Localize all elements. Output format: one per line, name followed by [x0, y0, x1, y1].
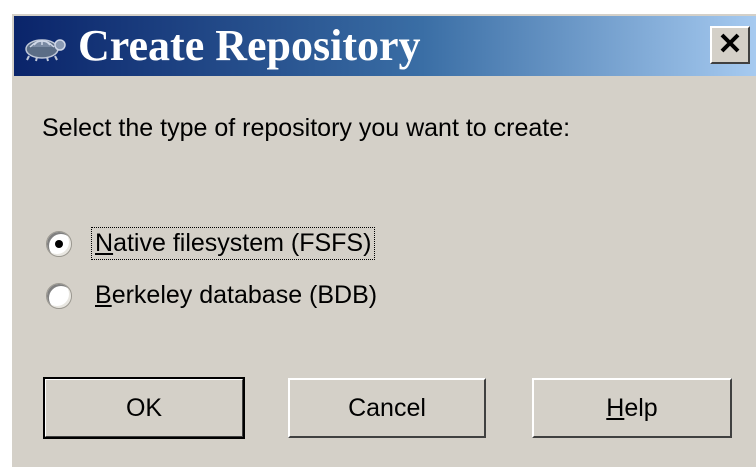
radio-button-bdb[interactable] — [46, 282, 72, 309]
title-bar[interactable]: Create Repository — [14, 16, 756, 76]
tortoise-icon — [18, 24, 70, 68]
close-icon — [719, 30, 741, 60]
create-repository-dialog: Create Repository Select the type of rep… — [10, 12, 756, 467]
radio-selected-dot — [55, 239, 63, 248]
radio-option-fsfs[interactable]: Native filesystem (FSFS) — [46, 227, 376, 260]
radio-button-fsfs[interactable] — [46, 230, 72, 257]
instruction-text: Select the type of repository you want t… — [42, 114, 571, 142]
close-button[interactable] — [710, 26, 750, 64]
radio-label-fsfs[interactable]: Native filesystem (FSFS) — [90, 227, 376, 260]
ok-button[interactable]: OK — [43, 377, 245, 439]
dialog-title: Create Repository — [78, 21, 421, 70]
radio-label-bdb[interactable]: Berkeley database (BDB) — [92, 280, 380, 311]
radio-option-bdb[interactable]: Berkeley database (BDB) — [46, 280, 380, 311]
cancel-button[interactable]: Cancel — [288, 378, 486, 438]
help-button[interactable]: Help — [532, 378, 732, 438]
